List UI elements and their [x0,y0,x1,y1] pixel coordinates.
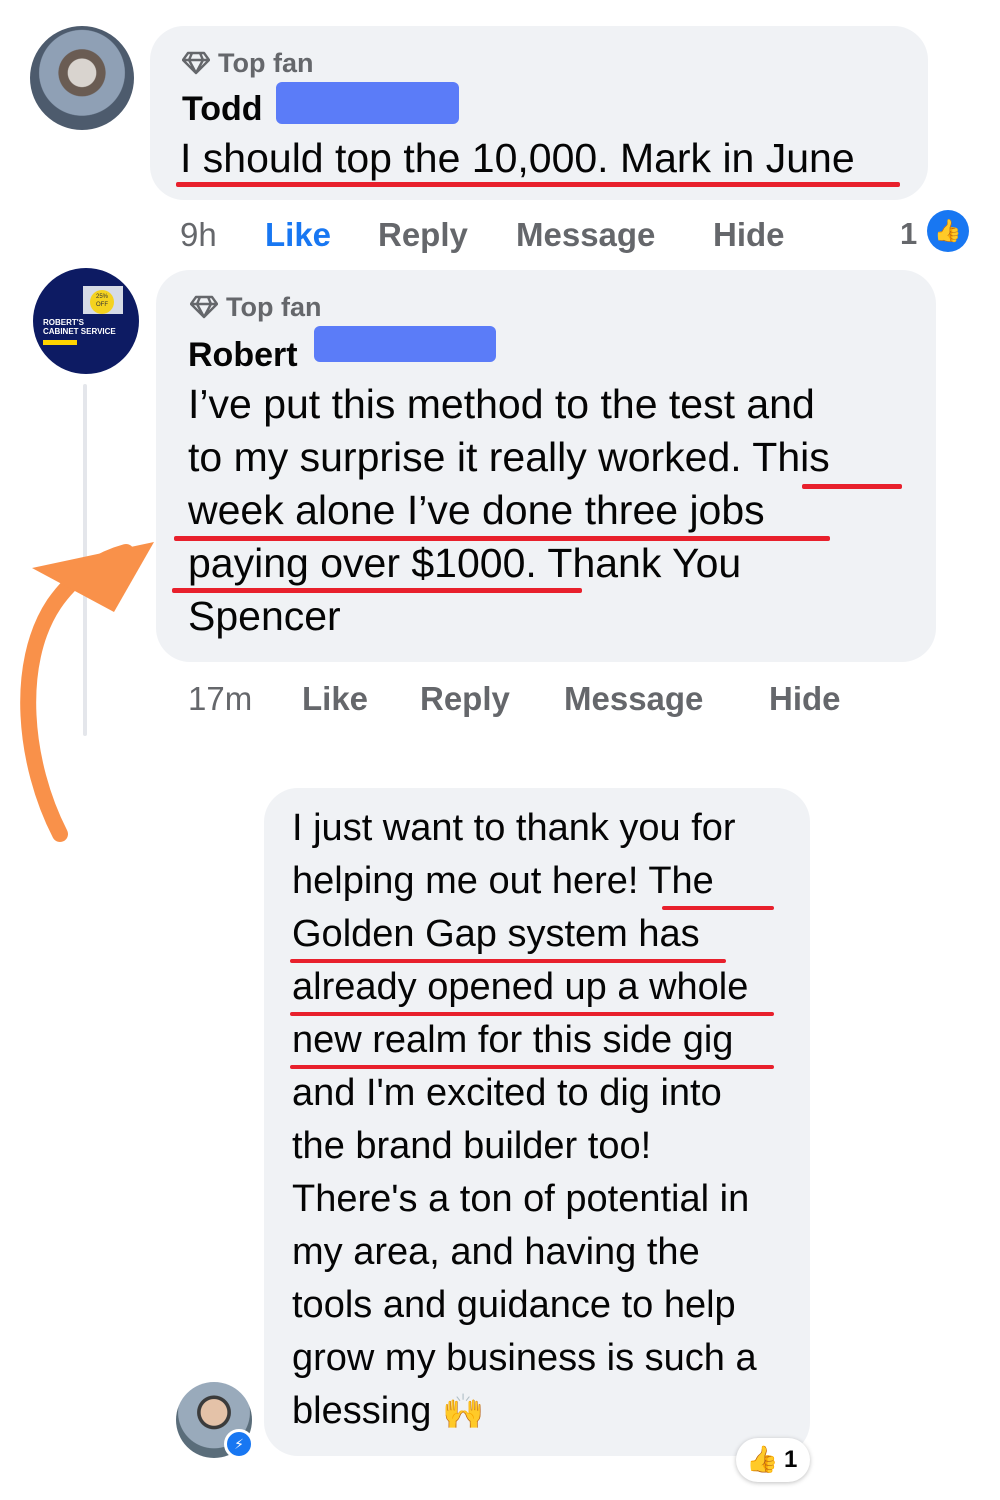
reaction-count[interactable]: 1 [900,216,917,252]
red-underline [802,484,902,489]
message-line: blessing 🙌 [292,1385,484,1439]
red-underline [290,959,726,963]
orange-arrow [20,542,154,842]
comment-text: I should top the 10,000. Mark in June [180,135,855,181]
red-underline [662,906,774,910]
comment-actions-todd: 9h Like Reply Message Hide [180,216,800,256]
message-bubble: I just want to thank you for helping me … [264,788,810,1456]
raised-hands-emoji: 🙌 [441,1393,485,1431]
avatar-logo-text: ROBERT'S CABINET SERVICE [43,318,116,336]
redacted-surname [276,82,459,124]
comment-time: 17m [188,680,253,717]
like-button[interactable]: Like [302,680,368,718]
todd-avatar[interactable] [30,26,134,130]
comment-text-line: I’ve put this method to the test and [188,381,815,427]
message-line: the brand builder too! [292,1125,652,1167]
red-underline [172,588,582,593]
thumbs-up-icon: 👍 [927,210,969,252]
top-fan-badge: Top fan [190,292,321,323]
comment-actions-robert: 17m Like Reply Message Hide [188,680,888,720]
message-button[interactable]: Message [516,216,655,254]
avatar-sale-badge: 25% OFF [90,290,114,314]
avatar-tag [43,340,77,345]
hide-button[interactable]: Hide [769,680,841,718]
message-line: new realm for this side gig [292,1019,734,1061]
redacted-surname [314,326,496,362]
diamond-icon [190,295,218,319]
message-line: already opened up a whole [292,966,749,1008]
top-fan-badge: Top fan [182,48,313,79]
comment-time: 9h [180,216,217,253]
hide-button[interactable]: Hide [713,216,785,254]
like-button[interactable]: Like [265,216,331,254]
comment-bubble-todd: Top fan Todd I should top the 10,000. Ma… [150,26,928,200]
comment-text-line: to my surprise it really worked. This [188,434,830,480]
comment-author[interactable]: Robert [188,336,298,375]
message-line: I just want to thank you for [292,807,736,849]
comment-bubble-robert: Top fan Robert I’ve put this method to t… [156,270,936,662]
message-button[interactable]: Message [564,680,703,718]
message-reaction[interactable]: 👍 1 [736,1438,810,1482]
robert-avatar[interactable]: 25% OFF ROBERT'S CABINET SERVICE [33,268,139,374]
message-line: my area, and having the [292,1231,700,1273]
red-underline [174,536,830,541]
red-underline [176,182,900,187]
message-line: grow my business is such a [292,1337,757,1379]
red-underline [290,1012,774,1016]
comment-text-line: week alone I’ve done three jobs [188,487,765,533]
message-line: helping me out here! The [292,860,714,902]
diamond-icon [182,51,210,75]
thumbs-up-icon: 👍 [746,1444,779,1474]
comment-author[interactable]: Todd [182,90,263,129]
reply-button[interactable]: Reply [378,216,468,254]
red-underline [290,1065,774,1069]
reply-button[interactable]: Reply [420,680,510,718]
reaction-count: 1 [784,1446,798,1473]
comment-text-line: Spencer [188,593,341,639]
message-line: There's a ton of potential in [292,1178,750,1220]
messenger-icon: ⚡ [224,1429,254,1459]
message-line: and I'm excited to dig into [292,1072,722,1114]
message-line: tools and guidance to help [292,1284,736,1326]
comment-text-line: paying over $1000. Thank You [188,540,742,586]
message-line: Golden Gap system has [292,913,700,955]
